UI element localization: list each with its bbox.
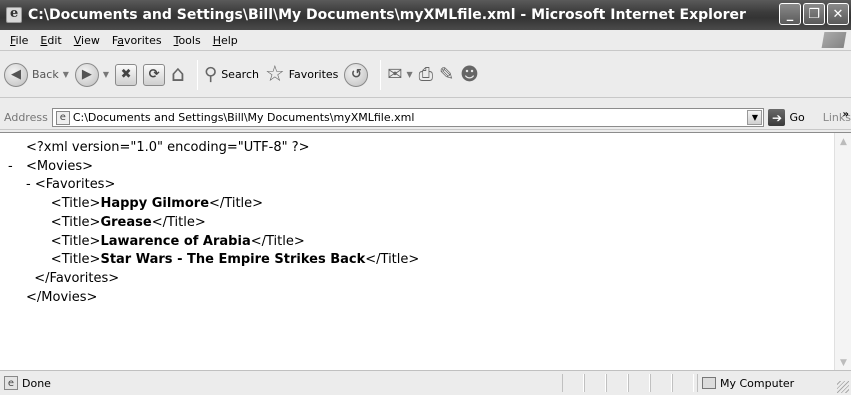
print-button[interactable]: ⎙ (418, 63, 434, 85)
resize-grip-icon[interactable] (837, 381, 849, 393)
scroll-down-icon[interactable]: ▼ (836, 355, 851, 370)
xml-movies-close: </Movies> (26, 289, 98, 305)
go-label: Go (789, 111, 805, 124)
xml-tree: <?xml version="1.0" encoding="UTF-8" ?> … (8, 139, 419, 307)
back-dropdown-icon[interactable]: ▼ (63, 70, 69, 79)
status-bar: e Done My Computer (0, 370, 851, 395)
my-computer-icon (702, 377, 716, 389)
windows-logo-icon (821, 32, 847, 48)
collapse-toggle[interactable]: - (8, 158, 26, 177)
xml-node-favorites: - <Favorites> (26, 177, 116, 193)
menu-edit[interactable]: Edit (34, 34, 67, 47)
ie-window: C:\Documents and Settings\Bill\My Docume… (0, 0, 851, 395)
forward-button[interactable]: ▶ ▼ (74, 62, 109, 87)
xml-declaration: <?xml version="1.0" encoding="UTF-8" ?> (26, 140, 310, 155)
back-button[interactable]: ◀ Back ▼ (4, 62, 69, 87)
menu-file[interactable]: File (4, 34, 34, 47)
status-pane (628, 374, 650, 392)
messenger-button[interactable]: ☻ (460, 63, 479, 85)
menu-help[interactable]: Help (207, 34, 244, 47)
messenger-icon: ☻ (460, 63, 479, 85)
status-pane (562, 374, 584, 392)
edit-button[interactable]: ✎ (439, 63, 455, 85)
mail-icon: ✉ (387, 63, 403, 85)
page-content: <?xml version="1.0" encoding="UTF-8" ?> … (0, 132, 851, 371)
xml-title-row: <Title>Star Wars - The Empire Strikes Ba… (50, 252, 420, 268)
home-icon: ⌂ (171, 61, 185, 87)
vertical-scrollbar[interactable]: ▲ ▼ (834, 133, 851, 371)
xml-title-row: <Title>Lawarence of Arabia</Title> (50, 233, 305, 249)
address-dropdown-icon[interactable]: ▼ (747, 110, 763, 125)
status-pane (606, 374, 628, 392)
menu-tools[interactable]: Tools (168, 34, 207, 47)
page-icon: e (55, 110, 70, 125)
status-pane (672, 374, 694, 392)
search-label: Search (221, 68, 259, 81)
xml-title-row: <Title>Grease</Title> (50, 214, 206, 230)
history-icon: ↺ (344, 62, 369, 87)
home-button[interactable]: ⌂ (171, 61, 185, 87)
favorites-star-icon: ☆ (264, 61, 285, 87)
address-label: Address (4, 111, 48, 124)
window-title: C:\Documents and Settings\Bill\My Docume… (28, 7, 746, 23)
xml-favorites-close: </Favorites> (34, 270, 120, 286)
xml-title-row: <Title>Happy Gilmore</Title> (50, 196, 264, 212)
favorites-button[interactable]: ☆ Favorites (264, 61, 339, 87)
xml-node-movies: - <Movies> (8, 158, 419, 177)
address-input[interactable]: e C:\Documents and Settings\Bill\My Docu… (51, 108, 765, 127)
go-arrow-icon: ➔ (768, 109, 786, 126)
close-button[interactable]: ✕ (827, 3, 849, 25)
scroll-up-icon[interactable]: ▲ (836, 134, 851, 149)
stop-icon: ✖ (115, 63, 138, 86)
zone-label: My Computer (720, 376, 795, 390)
title-bar[interactable]: C:\Documents and Settings\Bill\My Docume… (0, 0, 851, 30)
menu-bar: File Edit View Favorites Tools Help (0, 30, 851, 51)
search-icon: ⚲ (204, 63, 218, 85)
print-icon: ⎙ (418, 63, 434, 85)
security-zone: My Computer (697, 374, 827, 392)
status-text: Done (22, 376, 51, 390)
forward-dropdown-icon[interactable]: ▼ (103, 70, 109, 79)
history-button[interactable]: ↺ (344, 62, 369, 87)
page-status-icon: e (4, 376, 18, 390)
refresh-icon: ⟳ (143, 63, 166, 86)
stop-button[interactable]: ✖ (115, 63, 138, 86)
toolbar-separator (197, 59, 198, 90)
go-button[interactable]: ➔ Go (768, 109, 805, 126)
favorites-label: Favorites (288, 68, 339, 81)
forward-arrow-icon: ▶ (74, 62, 99, 87)
mail-button[interactable]: ✉ ▼ (387, 63, 413, 85)
edit-icon: ✎ (439, 63, 455, 85)
restore-button[interactable]: ❐ (803, 3, 825, 25)
standard-toolbar: ◀ Back ▼ ▶ ▼ ✖ ⟳ ⌂ ⚲ Search ☆ Favorites … (0, 52, 851, 98)
status-pane (584, 374, 606, 392)
ie-page-icon (6, 6, 22, 23)
chevron-right-icon[interactable]: » (843, 109, 849, 120)
menu-favorites[interactable]: Favorites (106, 34, 168, 47)
mail-dropdown-icon[interactable]: ▼ (407, 70, 413, 79)
search-button[interactable]: ⚲ Search (204, 63, 259, 85)
back-arrow-icon: ◀ (4, 62, 28, 87)
refresh-button[interactable]: ⟳ (143, 63, 166, 86)
status-pane (650, 374, 672, 392)
minimize-button[interactable]: _ (779, 3, 801, 25)
address-value[interactable]: C:\Documents and Settings\Bill\My Docume… (73, 111, 415, 124)
caption-buttons: _ ❐ ✕ (779, 3, 849, 25)
status-panes (562, 374, 694, 392)
back-label: Back (32, 68, 59, 81)
menu-view[interactable]: View (68, 34, 106, 47)
address-bar: Address e C:\Documents and Settings\Bill… (0, 106, 851, 130)
toolbar-separator-2 (380, 59, 382, 90)
collapse-toggle[interactable]: - (26, 177, 31, 192)
